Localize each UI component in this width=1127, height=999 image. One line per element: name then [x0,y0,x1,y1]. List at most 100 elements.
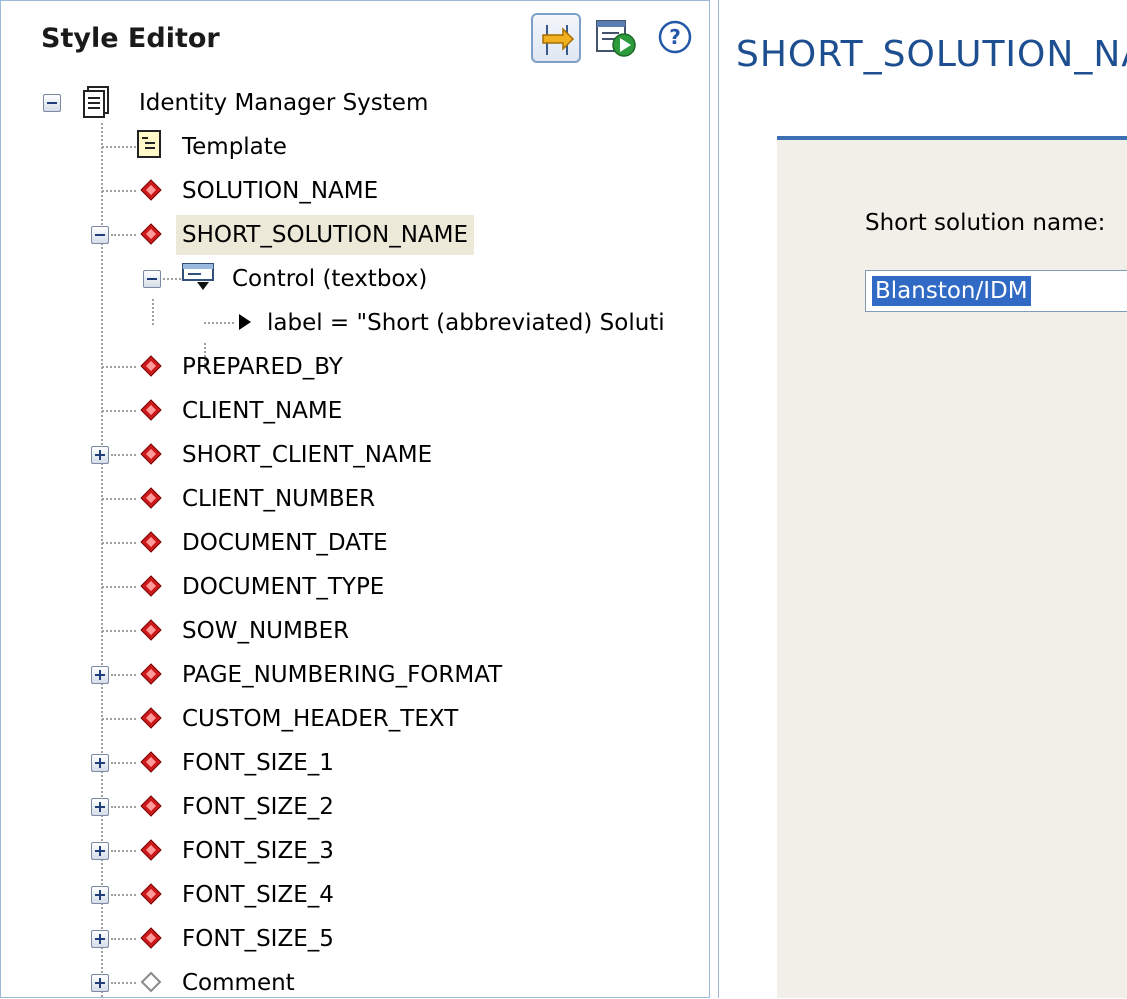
tree-item-label: Template [182,134,287,160]
tree-connector [111,806,136,808]
tree-item-label: SOLUTION_NAME [182,178,379,204]
expand-toggle[interactable] [91,974,109,992]
tree-item-label: FONT_SIZE_2 [182,794,334,820]
tree-connector [102,542,136,544]
tree-item-label: label = "Short (abbreviated) Soluti [267,310,665,336]
tree-view: Identity Manager System Template SOLUTIO… [1,81,709,999]
tree-item-label: SOW_NUMBER [182,618,350,644]
variable-diamond-icon [140,619,162,641]
tree-item-template[interactable]: Template [1,125,709,169]
preview-run-button[interactable] [591,13,641,63]
tree-connector [111,674,136,676]
tree-item-client-number[interactable]: CLIENT_NUMBER [1,477,709,521]
tree-connector [102,718,136,720]
variable-diamond-icon [140,443,162,465]
tree-item-document-type[interactable]: DOCUMENT_TYPE [1,565,709,609]
style-editor-panel: Style Editor ? Identity Manager System T… [0,0,710,999]
variable-diamond-icon [140,707,162,729]
tree-item-label: CLIENT_NAME [182,398,343,424]
variable-diamond-icon [140,355,162,377]
tree-item-page-numbering-format[interactable]: PAGE_NUMBERING_FORMAT [1,653,709,697]
expand-toggle[interactable] [91,798,109,816]
document-stack-icon [83,86,109,118]
tree-item-prepared-by[interactable]: PREPARED_BY [1,345,709,389]
link-with-editor-icon [542,25,575,55]
variable-diamond-icon [140,223,162,245]
tree-root[interactable]: Identity Manager System [1,81,709,125]
expand-toggle[interactable] [91,930,109,948]
tree-item-label: FONT_SIZE_3 [182,838,334,864]
tree-item-label: Control (textbox) [232,266,428,292]
tree-item-comment[interactable]: Comment [1,961,709,999]
tree-item-short-solution-name[interactable]: SHORT_SOLUTION_NAME [1,213,709,257]
variable-diamond-icon [140,399,162,421]
tree-connector [102,410,136,412]
tree-connector [111,982,136,984]
textbox-control-icon [182,263,214,290]
expand-toggle[interactable] [91,886,109,904]
tree-item-label-attribute[interactable]: label = "Short (abbreviated) Soluti [1,301,709,345]
tree-item-sow-number[interactable]: SOW_NUMBER [1,609,709,653]
tree-item-label: PAGE_NUMBERING_FORMAT [182,662,503,688]
tree-item-label: Comment [182,970,295,996]
expand-toggle[interactable] [91,666,109,684]
variable-diamond-icon [140,531,162,553]
tree-item-label: FONT_SIZE_4 [182,882,334,908]
tree-item-label: SHORT_CLIENT_NAME [182,442,433,468]
expand-toggle[interactable] [91,842,109,860]
tree-item-control-textbox[interactable]: Control (textbox) [1,257,709,301]
form-preview-panel: SHORT_SOLUTION_NAME Short solution name:… [718,0,1127,998]
help-icon: ? [658,20,692,54]
tree-connector [111,454,136,456]
tree-item-font-size-1[interactable]: FONT_SIZE_1 [1,741,709,785]
variable-diamond-icon [140,751,162,773]
variable-diamond-icon [140,883,162,905]
tree-item-label: FONT_SIZE_1 [182,750,334,776]
help-button[interactable]: ? [651,13,701,63]
variable-diamond-icon [140,487,162,509]
tree-item-label: DOCUMENT_DATE [182,530,388,556]
short-solution-name-value: Blanston/IDM [872,276,1031,306]
tree-item-document-date[interactable]: DOCUMENT_DATE [1,521,709,565]
collapse-toggle[interactable] [43,94,61,112]
short-solution-name-label: Short solution name: [865,210,1106,236]
tree-item-font-size-5[interactable]: FONT_SIZE_5 [1,917,709,961]
variable-diamond-icon [140,927,162,949]
tree-item-label: PREPARED_BY [182,354,343,380]
tree-root-label: Identity Manager System [139,90,429,116]
collapse-toggle[interactable] [91,226,109,244]
form-title: SHORT_SOLUTION_NAME [736,34,1127,75]
tree-item-font-size-4[interactable]: FONT_SIZE_4 [1,873,709,917]
panel-title: Style Editor [41,23,220,54]
tree-item-solution-name[interactable]: SOLUTION_NAME [1,169,709,213]
tree-item-custom-header-text[interactable]: CUSTOM_HEADER_TEXT [1,697,709,741]
tree-item-label: DOCUMENT_TYPE [182,574,385,600]
tree-connector [102,586,136,588]
tree-item-label: CUSTOM_HEADER_TEXT [182,706,459,732]
tree-item-label: CLIENT_NUMBER [182,486,376,512]
tree-connector [102,146,136,148]
tree-connector [102,190,136,192]
tree-item-short-client-name[interactable]: SHORT_CLIENT_NAME [1,433,709,477]
expand-toggle[interactable] [91,754,109,772]
form-area: Short solution name: Blanston/IDM [777,136,1127,998]
attribute-arrow-icon [239,314,251,330]
tree-connector [102,498,136,500]
collapse-toggle[interactable] [143,270,161,288]
tree-connector [163,278,181,280]
variable-diamond-icon [140,795,162,817]
template-icon [137,130,161,158]
tree-item-font-size-3[interactable]: FONT_SIZE_3 [1,829,709,873]
tree-connector [111,850,136,852]
tree-connector [204,322,234,324]
short-solution-name-input[interactable]: Blanston/IDM [865,270,1127,312]
preview-run-icon [596,20,636,57]
tree-item-client-name[interactable]: CLIENT_NAME [1,389,709,433]
comment-diamond-icon [140,971,162,993]
tree-connector [102,630,136,632]
tree-item-label: FONT_SIZE_5 [182,926,334,952]
variable-diamond-icon [140,179,162,201]
expand-toggle[interactable] [91,446,109,464]
tree-item-font-size-2[interactable]: FONT_SIZE_2 [1,785,709,829]
link-with-editor-button[interactable] [531,13,581,63]
